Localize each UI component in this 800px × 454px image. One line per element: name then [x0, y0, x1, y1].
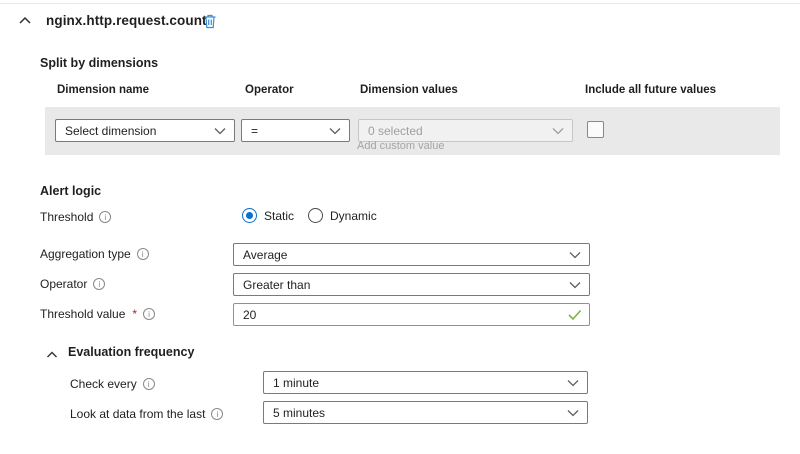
evaluation-frequency-heading: Evaluation frequency: [68, 345, 194, 359]
threshold-value-input[interactable]: [233, 303, 590, 326]
aggregation-type-label: Aggregation type: [40, 247, 131, 261]
lookback-dropdown-value: 5 minutes: [273, 406, 561, 420]
check-every-dropdown[interactable]: 1 minute: [263, 371, 588, 394]
threshold-dynamic-radio[interactable]: Dynamic: [308, 208, 377, 223]
metric-alert-condition-panel: nginx.http.request.count Split by dimens…: [0, 0, 800, 454]
check-every-label: Check every: [70, 377, 137, 391]
operator-dropdown[interactable]: Greater than: [233, 273, 590, 296]
radio-unselected-icon: [308, 208, 323, 223]
chevron-down-icon: [214, 127, 226, 135]
aggregation-type-dropdown[interactable]: Average: [233, 243, 590, 266]
collapse-signal-chevron-icon[interactable]: [18, 14, 32, 26]
lookback-label: Look at data from the last: [70, 407, 205, 421]
operator-label-row: Operator i: [40, 277, 105, 291]
lookback-dropdown[interactable]: 5 minutes: [263, 401, 588, 424]
aggregation-type-dropdown-value: Average: [243, 248, 563, 262]
required-asterisk: *: [132, 307, 137, 321]
trash-icon: [203, 13, 217, 29]
add-custom-value-link: Add custom value: [357, 140, 444, 152]
operator-label: Operator: [40, 277, 87, 291]
include-future-values-checkbox[interactable]: [587, 121, 604, 138]
chevron-down-icon: [552, 127, 564, 135]
check-every-dropdown-value: 1 minute: [273, 376, 561, 390]
dimension-name-dropdown-value: Select dimension: [65, 124, 208, 138]
column-header-dimension-values: Dimension values: [360, 84, 458, 96]
aggregation-type-label-row: Aggregation type i: [40, 247, 149, 261]
radio-selected-icon: [242, 208, 257, 223]
threshold-value-label-row: Threshold value * i: [40, 307, 155, 321]
threshold-label-row: Threshold i: [40, 210, 111, 224]
chevron-down-icon: [567, 379, 579, 387]
delete-condition-button[interactable]: [201, 12, 219, 30]
dimension-operator-dropdown[interactable]: =: [241, 119, 350, 142]
threshold-dynamic-label: Dynamic: [330, 209, 377, 223]
info-icon[interactable]: i: [93, 278, 105, 290]
lookback-label-row: Look at data from the last i: [70, 407, 223, 421]
dimension-name-dropdown[interactable]: Select dimension: [55, 119, 235, 142]
info-icon[interactable]: i: [99, 211, 111, 223]
threshold-static-label: Static: [264, 209, 294, 223]
operator-dropdown-value: Greater than: [243, 278, 563, 292]
threshold-type-radio-group: Static Dynamic: [242, 208, 377, 223]
column-header-include-future-values: Include all future values: [585, 84, 716, 96]
valid-check-icon: [568, 308, 582, 320]
split-by-dimensions-heading: Split by dimensions: [40, 56, 158, 70]
chevron-down-icon: [569, 251, 581, 259]
column-header-operator: Operator: [245, 84, 294, 96]
info-icon[interactable]: i: [137, 248, 149, 260]
check-every-label-row: Check every i: [70, 377, 155, 391]
column-header-dimension-name: Dimension name: [57, 84, 149, 96]
alert-logic-heading: Alert logic: [40, 184, 101, 198]
chevron-down-icon: [569, 281, 581, 289]
threshold-value-label: Threshold value: [40, 307, 125, 321]
info-icon[interactable]: i: [143, 308, 155, 320]
threshold-label: Threshold: [40, 210, 93, 224]
info-icon[interactable]: i: [143, 378, 155, 390]
top-divider: [0, 3, 800, 4]
dimension-operator-dropdown-value: =: [251, 124, 323, 138]
signal-name-title: nginx.http.request.count: [46, 13, 207, 28]
collapse-evaluation-chevron-icon[interactable]: [46, 347, 58, 357]
info-icon[interactable]: i: [211, 408, 223, 420]
dimension-values-dropdown: 0 selected: [358, 119, 573, 142]
chevron-down-icon: [567, 409, 579, 417]
dimension-values-dropdown-value: 0 selected: [368, 124, 546, 138]
chevron-down-icon: [329, 127, 341, 135]
threshold-static-radio[interactable]: Static: [242, 208, 294, 223]
